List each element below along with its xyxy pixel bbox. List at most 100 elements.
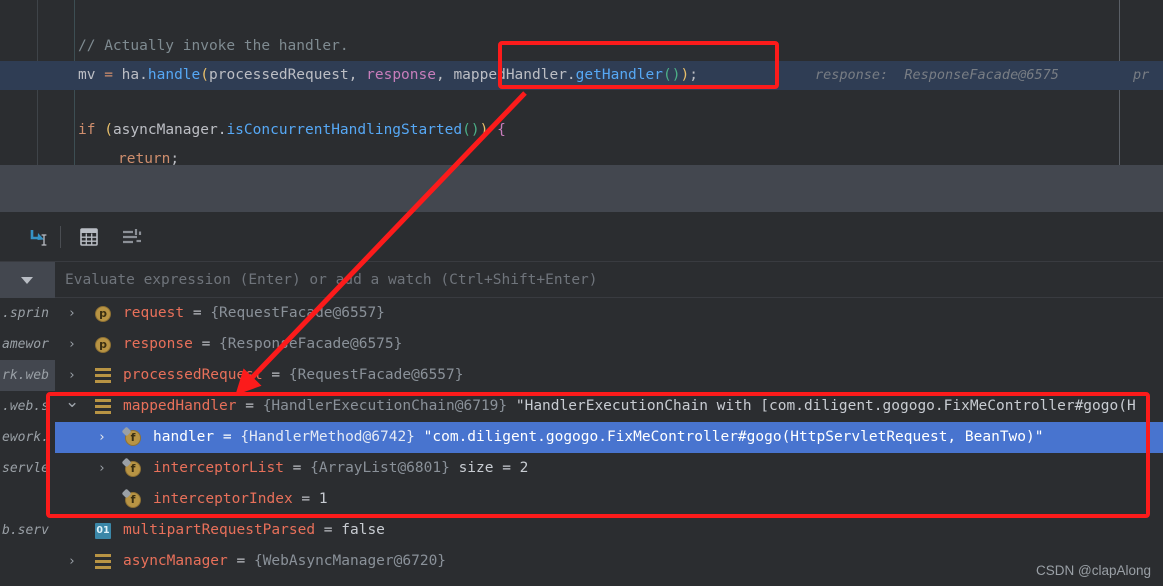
- variable-text: request = {RequestFacade@6557}: [123, 298, 385, 329]
- editor-horizontal-scroll-track[interactable]: [0, 150, 1163, 311]
- primitive-value-icon: 01: [95, 523, 111, 539]
- frame-list-item[interactable]: b.serv: [0, 515, 55, 546]
- code-token: (: [200, 67, 209, 83]
- field-icon: f: [121, 457, 141, 477]
- code-line[interactable]: // Actually invoke the handler.: [0, 32, 1163, 61]
- code-line-text: mv = ha.handle(processedRequest, respons…: [78, 61, 698, 90]
- variable-reference: {ResponseFacade@6575}: [219, 336, 403, 352]
- code-token: =: [104, 67, 122, 83]
- variable-equals: =: [262, 367, 289, 383]
- chevron-down-icon[interactable]: ⌄: [65, 391, 79, 422]
- variable-text: asyncManager = {WebAsyncManager@6720}: [123, 546, 446, 577]
- chevron-right-icon[interactable]: ›: [65, 298, 79, 329]
- chevron-right-icon[interactable]: ›: [65, 360, 79, 391]
- variables-panel[interactable]: › p request = {RequestFacade@6557} › p respon…: [55, 298, 1163, 586]
- chevron-down-icon: [21, 277, 33, 284]
- parameter-icon: p: [95, 337, 111, 353]
- code-token: // Actually invoke the handler.: [78, 38, 349, 54]
- field-icon: f: [121, 426, 141, 446]
- code-token: getHandler: [575, 67, 663, 83]
- variable-value: false: [341, 522, 385, 538]
- frame-list-item[interactable]: .web.s: [0, 391, 55, 422]
- parameter-icon: p: [95, 306, 111, 322]
- code-token: ha.: [121, 67, 148, 83]
- frame-list-item[interactable]: amewor: [0, 329, 55, 360]
- debugger-toolbar[interactable]: [0, 212, 1163, 262]
- chevron-right-icon[interactable]: ›: [65, 329, 79, 360]
- inline-debug-hint: pr: [1133, 67, 1150, 83]
- code-token: ;: [689, 67, 698, 83]
- view-as-table-icon[interactable]: [76, 224, 102, 250]
- chevron-right-icon[interactable]: ›: [95, 422, 109, 453]
- code-line-text: if (asyncManager.isConcurrentHandlingSta…: [78, 116, 506, 145]
- frame-list-item[interactable]: ework.: [0, 422, 55, 453]
- variable-row[interactable]: › processedRequest = {RequestFacade@6557}: [55, 360, 1163, 391]
- variable-equals: =: [283, 460, 311, 476]
- variable-name: response: [123, 336, 193, 352]
- variable-name: processedRequest: [123, 367, 263, 383]
- variable-row[interactable]: › p request = {RequestFacade@6557}: [55, 298, 1163, 329]
- code-token: handle: [147, 67, 201, 83]
- toolbar-separator: [60, 226, 61, 248]
- code-token: response: [366, 67, 436, 83]
- evaluate-expression-bar[interactable]: Evaluate expression (Enter) or add a wat…: [0, 262, 1163, 298]
- frame-list-item[interactable]: servle: [0, 453, 55, 484]
- code-token: {: [488, 122, 506, 138]
- variable-reference: {RequestFacade@6557}: [288, 367, 464, 383]
- variable-equals: =: [292, 491, 319, 507]
- variable-equals: =: [227, 553, 254, 569]
- variable-row[interactable]: › asyncManager = {WebAsyncManager@6720}: [55, 546, 1163, 577]
- variable-name: interceptorIndex: [153, 491, 293, 507]
- code-token: , mappedHandler.: [435, 67, 576, 83]
- variable-value: "com.diligent.gogogo.FixMeController#gog…: [414, 429, 1044, 445]
- chevron-right-icon[interactable]: ›: [95, 453, 109, 484]
- final-marker-icon: [121, 488, 132, 499]
- watches-toggle-button[interactable]: [0, 262, 55, 298]
- variable-name: multipartRequestParsed: [123, 522, 316, 538]
- local-variable-icon: [95, 368, 111, 384]
- code-line[interactable]: mv = ha.handle(processedRequest, respons…: [0, 61, 1163, 90]
- variable-text: interceptorIndex = 1: [153, 484, 328, 515]
- variable-row[interactable]: 01 multipartRequestParsed = false: [55, 515, 1163, 546]
- code-token: asyncManager.: [112, 122, 227, 138]
- variable-text: processedRequest = {RequestFacade@6557}: [123, 360, 464, 391]
- code-line[interactable]: if (asyncManager.isConcurrentHandlingSta…: [0, 116, 1163, 145]
- code-token: (): [462, 122, 480, 138]
- chevron-right-icon[interactable]: ›: [65, 546, 79, 577]
- code-line-text: // Actually invoke the handler.: [78, 32, 349, 61]
- variable-row[interactable]: f interceptorIndex = 1: [55, 484, 1163, 515]
- customize-data-views-icon[interactable]: [119, 224, 145, 250]
- frames-panel[interactable]: .sprin amewor rk.web .web.s ework. servle b.se…: [0, 298, 55, 586]
- variable-name: asyncManager: [123, 553, 228, 569]
- variable-reference: {ArrayList@6801}: [310, 460, 450, 476]
- watermark: CSDN @clapAlong: [1035, 563, 1151, 578]
- variable-text: response = {ResponseFacade@6575}: [123, 329, 402, 360]
- variable-equals: =: [214, 429, 241, 445]
- local-variable-icon: [95, 399, 111, 415]
- variable-row[interactable]: › f handler = {HandlerMethod@6742} "com.di…: [55, 422, 1163, 453]
- variable-row[interactable]: › p response = {ResponseFacade@6575}: [55, 329, 1163, 360]
- final-marker-icon: [121, 426, 132, 437]
- code-token: (: [104, 122, 113, 138]
- code-token: processedRequest,: [209, 67, 367, 83]
- code-token: (): [662, 67, 681, 83]
- variable-reference: {RequestFacade@6557}: [210, 305, 385, 321]
- field-icon: f: [121, 488, 141, 508]
- evaluate-expression-placeholder[interactable]: Evaluate expression (Enter) or add a wat…: [65, 262, 598, 298]
- code-token: if: [78, 122, 105, 138]
- frame-list-item[interactable]: .sprin: [0, 298, 55, 329]
- variable-value: "HandlerExecutionChain with [com.diligen…: [507, 398, 1136, 414]
- evaluate-expression-icon[interactable]: [26, 224, 52, 250]
- frame-list-item[interactable]: rk.web: [0, 360, 55, 391]
- variable-name: request: [123, 305, 185, 321]
- debug-panel-divider: [0, 165, 1163, 212]
- variable-text: interceptorList = {ArrayList@6801} size …: [153, 453, 528, 484]
- variable-text: mappedHandler = {HandlerExecutionChain@6…: [123, 391, 1136, 422]
- variable-text: multipartRequestParsed = false: [123, 515, 385, 546]
- local-variable-icon: [95, 554, 111, 570]
- variable-row[interactable]: › f interceptorList = {ArrayList@6801} siz…: [55, 453, 1163, 484]
- variable-equals: =: [315, 522, 342, 538]
- code-token: ): [680, 67, 690, 83]
- variable-row[interactable]: ⌄ mappedHandler = {HandlerExecutionChain@…: [55, 391, 1163, 422]
- variable-value: size = 2: [449, 460, 529, 476]
